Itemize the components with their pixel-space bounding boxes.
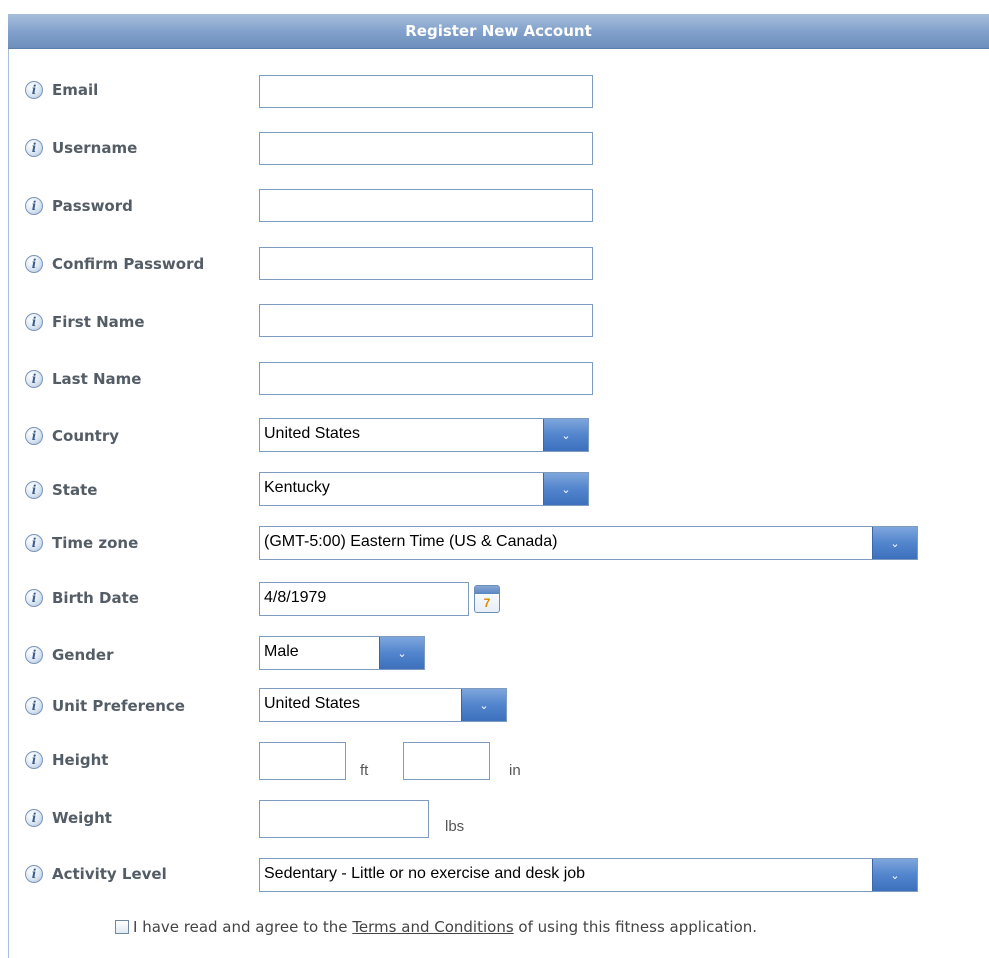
- state-label: State: [52, 481, 98, 499]
- chevron-down-icon: ⌄: [890, 538, 900, 550]
- time-zone-select-value: (GMT-5:00) Eastern Time (US & Canada): [264, 533, 558, 550]
- row-unit-preference: i Unit Preference United States ⌄: [8, 688, 989, 728]
- activity-level-dropdown-button[interactable]: ⌄: [872, 859, 917, 891]
- chevron-down-icon: ⌄: [561, 484, 571, 496]
- first-name-field[interactable]: [259, 304, 593, 337]
- weight-label: Weight: [52, 809, 112, 827]
- row-username: i Username: [8, 130, 989, 170]
- row-time-zone: i Time zone (GMT-5:00) Eastern Time (US …: [8, 526, 989, 566]
- gender-select-value: Male: [264, 643, 299, 660]
- row-state: i State Kentucky ⌄: [8, 472, 989, 512]
- chevron-down-icon: ⌄: [479, 700, 489, 712]
- unit-preference-dropdown-button[interactable]: ⌄: [461, 689, 506, 721]
- activity-level-label: Activity Level: [52, 865, 167, 883]
- unit-preference-label: Unit Preference: [52, 697, 185, 715]
- chevron-down-icon: ⌄: [561, 430, 571, 442]
- info-icon[interactable]: i: [25, 481, 43, 499]
- weight-field[interactable]: [259, 800, 429, 838]
- terms-agreement: I have read and agree to the Terms and C…: [115, 918, 757, 936]
- country-label: Country: [52, 427, 120, 445]
- form-header: Register New Account: [8, 14, 989, 49]
- confirm-password-label: Confirm Password: [52, 255, 205, 273]
- first-name-label: First Name: [52, 313, 145, 331]
- info-icon[interactable]: i: [25, 809, 43, 827]
- birth-date-value: 4/8/1979: [264, 589, 327, 606]
- weight-unit: lbs: [445, 818, 465, 835]
- info-icon[interactable]: i: [25, 427, 43, 445]
- activity-level-select[interactable]: Sedentary - Little or no exercise and de…: [259, 858, 918, 892]
- terms-checkbox[interactable]: [115, 920, 129, 934]
- email-label: Email: [52, 81, 99, 99]
- row-country: i Country United States ⌄: [8, 418, 989, 458]
- activity-level-select-value: Sedentary - Little or no exercise and de…: [264, 865, 586, 882]
- time-zone-dropdown-button[interactable]: ⌄: [872, 527, 917, 559]
- height-label: Height: [52, 751, 109, 769]
- info-icon[interactable]: i: [25, 81, 43, 99]
- height-feet-field[interactable]: [259, 742, 346, 780]
- unit-preference-select[interactable]: United States ⌄: [259, 688, 507, 722]
- row-last-name: i Last Name: [8, 362, 989, 402]
- terms-link[interactable]: Terms and Conditions: [352, 918, 513, 936]
- birth-date-label: Birth Date: [52, 589, 139, 607]
- info-icon[interactable]: i: [25, 534, 43, 552]
- row-first-name: i First Name: [8, 304, 989, 344]
- unit-preference-select-value: United States: [264, 695, 361, 712]
- row-password: i Password: [8, 188, 989, 228]
- height-feet-unit: ft: [360, 762, 369, 779]
- email-field[interactable]: [259, 75, 593, 108]
- gender-label: Gender: [52, 646, 114, 664]
- row-weight: i Weight lbs: [8, 800, 989, 840]
- height-inches-unit: in: [509, 762, 521, 779]
- row-email: i Email: [8, 72, 989, 112]
- last-name-label: Last Name: [52, 370, 142, 388]
- row-height: i Height ft in: [8, 742, 989, 782]
- info-icon[interactable]: i: [25, 255, 43, 273]
- row-birth-date: i Birth Date 4/8/1979 7: [8, 580, 989, 620]
- height-inches-field[interactable]: [403, 742, 490, 780]
- chevron-down-icon: ⌄: [397, 648, 407, 660]
- row-gender: i Gender Male ⌄: [8, 636, 989, 676]
- gender-dropdown-button[interactable]: ⌄: [379, 637, 424, 669]
- info-icon[interactable]: i: [25, 751, 43, 769]
- info-icon[interactable]: i: [25, 139, 43, 157]
- time-zone-select[interactable]: (GMT-5:00) Eastern Time (US & Canada) ⌄: [259, 526, 918, 560]
- password-label: Password: [52, 197, 133, 215]
- confirm-password-field[interactable]: [259, 247, 593, 280]
- birth-date-field[interactable]: 4/8/1979: [259, 582, 469, 616]
- country-select-value: United States: [264, 425, 361, 442]
- calendar-icon[interactable]: 7: [474, 585, 500, 613]
- state-dropdown-button[interactable]: ⌄: [543, 473, 588, 505]
- calendar-day: 7: [483, 596, 491, 610]
- password-field[interactable]: [259, 189, 593, 222]
- username-label: Username: [52, 139, 138, 157]
- info-icon[interactable]: i: [25, 697, 43, 715]
- terms-prefix: I have read and agree to the: [133, 918, 348, 936]
- info-icon[interactable]: i: [25, 313, 43, 331]
- terms-suffix: of using this fitness application.: [518, 918, 758, 936]
- info-icon[interactable]: i: [25, 865, 43, 883]
- gender-select[interactable]: Male ⌄: [259, 636, 425, 670]
- info-icon[interactable]: i: [25, 646, 43, 664]
- country-dropdown-button[interactable]: ⌄: [543, 419, 588, 451]
- state-select-value: Kentucky: [264, 479, 330, 496]
- state-select[interactable]: Kentucky ⌄: [259, 472, 589, 506]
- info-icon[interactable]: i: [25, 589, 43, 607]
- row-activity-level: i Activity Level Sedentary - Little or n…: [8, 856, 989, 896]
- username-field[interactable]: [259, 132, 593, 165]
- country-select[interactable]: United States ⌄: [259, 418, 589, 452]
- time-zone-label: Time zone: [52, 534, 139, 552]
- last-name-field[interactable]: [259, 362, 593, 395]
- row-confirm-password: i Confirm Password: [8, 246, 989, 286]
- info-icon[interactable]: i: [25, 370, 43, 388]
- chevron-down-icon: ⌄: [890, 870, 900, 882]
- info-icon[interactable]: i: [25, 197, 43, 215]
